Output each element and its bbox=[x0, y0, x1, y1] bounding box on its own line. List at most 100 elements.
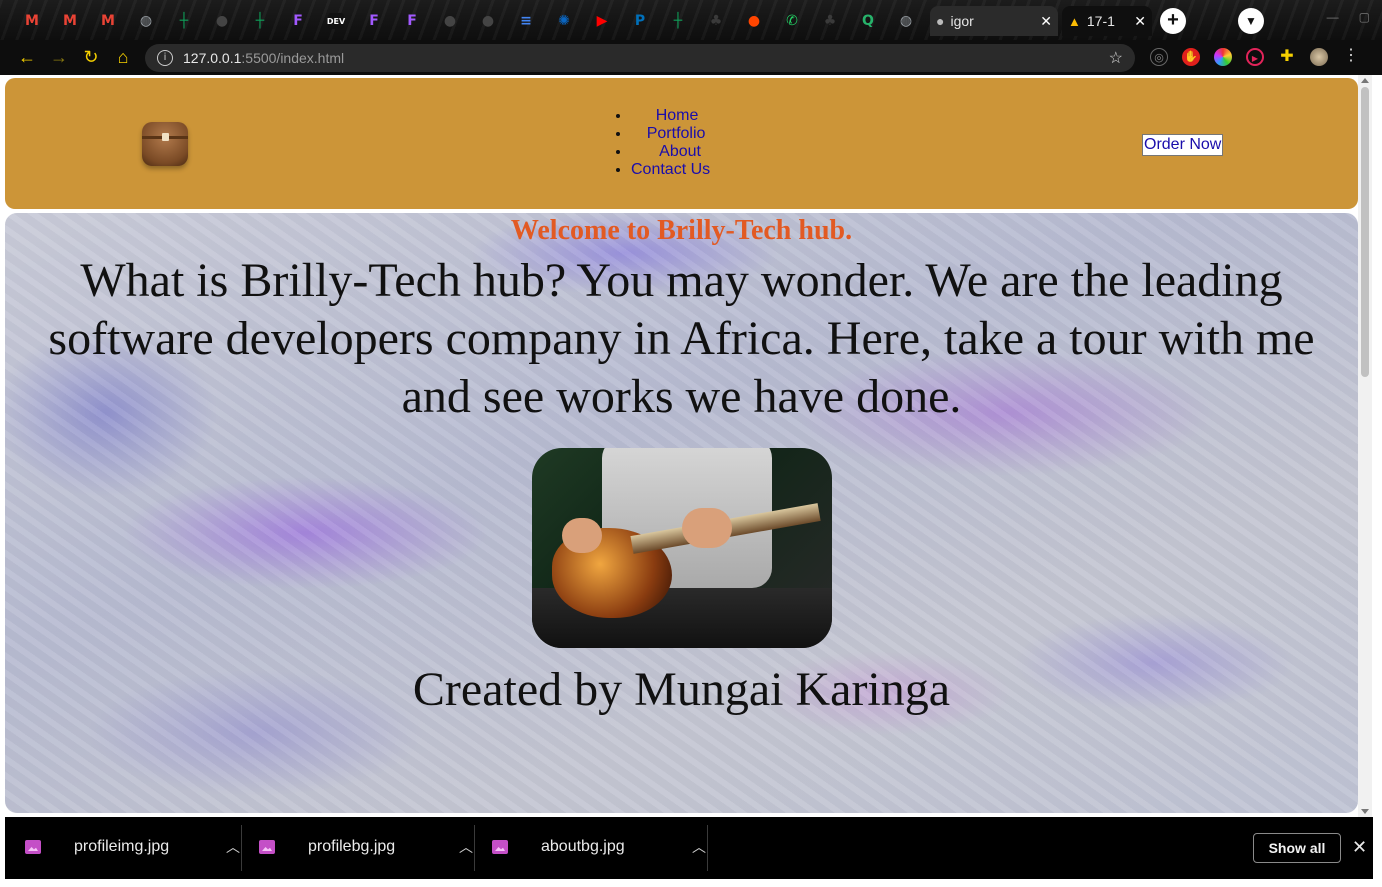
tab-drive[interactable]: ▲ 17-1 ✕ bbox=[1062, 6, 1152, 36]
pinned-tab[interactable]: ≡ bbox=[510, 6, 542, 36]
pinned-tab[interactable]: M bbox=[54, 6, 86, 36]
pinned-tab[interactable]: Q bbox=[852, 6, 884, 36]
github-icon: ● bbox=[443, 13, 457, 29]
credit-text: Created by Mungai Karinga bbox=[412, 663, 951, 716]
nav-link-about[interactable]: About bbox=[659, 143, 701, 160]
pinned-tab[interactable]: DEV bbox=[320, 6, 352, 36]
youtube-icon: ▶ bbox=[596, 13, 608, 29]
page-scrollbar[interactable] bbox=[1358, 75, 1372, 817]
pinned-tab[interactable]: F bbox=[396, 6, 428, 36]
hero-section: Welcome to Brilly-Tech hub. What is Bril… bbox=[5, 213, 1358, 813]
pinned-tab[interactable]: P bbox=[624, 6, 656, 36]
address-bar[interactable]: i 127.0.0.1:5500/index.html ☆ bbox=[145, 44, 1135, 72]
scroll-up-icon[interactable] bbox=[1361, 78, 1369, 83]
pinned-tab[interactable]: ┼ bbox=[244, 6, 276, 36]
download-shelf-bar: profileimg.jpg ︿ profilebg.jpg ︿ aboutbg… bbox=[5, 817, 1373, 879]
github-icon: ● bbox=[481, 13, 495, 29]
pinned-tab[interactable]: ● bbox=[434, 6, 466, 36]
reload-icon[interactable]: ↻ bbox=[81, 47, 101, 67]
download-filename: aboutbg.jpg bbox=[541, 838, 625, 855]
download-item[interactable]: aboutbg.jpg ︿ bbox=[492, 825, 706, 869]
sheets-icon: ┼ bbox=[255, 13, 265, 29]
reddit-icon: ● bbox=[747, 13, 761, 29]
nav-item-about: About bbox=[631, 143, 710, 161]
download-item[interactable]: profileimg.jpg ︿ bbox=[25, 825, 240, 869]
pinned-tab[interactable]: ● bbox=[738, 6, 770, 36]
extension-color-icon[interactable] bbox=[1214, 48, 1232, 66]
paypal-icon: P bbox=[634, 13, 646, 29]
pinned-tab[interactable]: M bbox=[92, 6, 124, 36]
image-file-icon bbox=[259, 840, 275, 854]
download-filename: profilebg.jpg bbox=[308, 838, 396, 855]
guitar-photo bbox=[531, 448, 832, 648]
download-filename: profileimg.jpg bbox=[74, 838, 170, 855]
pinned-tab[interactable]: F bbox=[358, 6, 390, 36]
globe-icon: ◍ bbox=[899, 13, 913, 29]
docs-icon: ≡ bbox=[520, 13, 532, 29]
figma-icon: F bbox=[293, 13, 303, 29]
tab-igor[interactable]: ● igor ✕ bbox=[930, 6, 1058, 36]
browser-menu-icon[interactable]: ⋮ bbox=[1343, 47, 1359, 65]
bookmark-star-icon[interactable]: ☆ bbox=[1109, 48, 1123, 68]
home-icon[interactable]: ⌂ bbox=[113, 47, 133, 67]
nav-link-home[interactable]: Home bbox=[656, 107, 699, 124]
extension-sync-icon[interactable]: ◎ bbox=[1150, 48, 1168, 66]
pinned-tab[interactable]: ┼ bbox=[662, 6, 694, 36]
nav-item-portfolio: Portfolio bbox=[631, 125, 710, 143]
tab-title: igor bbox=[950, 13, 974, 29]
pinned-tab[interactable]: ◍ bbox=[890, 6, 922, 36]
sheets-icon: ┼ bbox=[673, 13, 683, 29]
pinned-tab[interactable]: ● bbox=[472, 6, 504, 36]
minimize-icon[interactable]: — bbox=[1327, 10, 1339, 24]
site-info-icon[interactable]: i bbox=[157, 50, 173, 66]
close-icon[interactable]: ✕ bbox=[1352, 837, 1367, 857]
extension-record-icon[interactable]: ▶ bbox=[1246, 48, 1264, 66]
tab-search-button[interactable]: ▼ bbox=[1238, 8, 1264, 34]
close-icon[interactable]: ✕ bbox=[1134, 13, 1146, 30]
window-controls: — ▢ bbox=[1327, 10, 1370, 24]
close-icon[interactable]: ✕ bbox=[1040, 13, 1052, 30]
dev-icon: DEV bbox=[327, 13, 345, 29]
url-host: 127.0.0.1 bbox=[183, 50, 242, 66]
extensions-puzzle-icon[interactable]: ✚ bbox=[1278, 48, 1296, 66]
pinned-tab[interactable]: F bbox=[282, 6, 314, 36]
extension-shield-icon[interactable]: ✋ bbox=[1182, 48, 1200, 66]
pinned-tab[interactable]: ✆ bbox=[776, 6, 808, 36]
pinned-tab[interactable]: ┼ bbox=[168, 6, 200, 36]
page-viewport: Home Portfolio About Contact Us Order No… bbox=[0, 75, 1372, 817]
pinned-tab[interactable]: ▶ bbox=[586, 6, 618, 36]
pinned-tab[interactable]: ♣ bbox=[700, 6, 732, 36]
pinned-tab[interactable]: ◍ bbox=[130, 6, 162, 36]
pinned-tab[interactable]: ✺ bbox=[548, 6, 580, 36]
welcome-heading: Welcome to Brilly-Tech hub. bbox=[510, 215, 853, 246]
chevron-up-icon[interactable]: ︿ bbox=[226, 837, 240, 857]
forward-arrow-icon[interactable]: → bbox=[49, 47, 69, 67]
maximize-icon[interactable]: ▢ bbox=[1359, 10, 1370, 24]
chevron-up-icon[interactable]: ︿ bbox=[692, 837, 706, 857]
main-nav: Home Portfolio About Contact Us bbox=[631, 107, 710, 179]
profile-avatar[interactable] bbox=[1310, 48, 1328, 66]
q-icon: Q bbox=[862, 13, 874, 29]
sheets-icon: ┼ bbox=[179, 13, 189, 29]
download-item[interactable]: profilebg.jpg ︿ bbox=[259, 825, 473, 869]
drive-icon: ▲ bbox=[1068, 13, 1081, 29]
pinned-tab[interactable]: M bbox=[16, 6, 48, 36]
show-all-button[interactable]: Show all bbox=[1253, 833, 1341, 863]
whatsapp-icon: ✆ bbox=[786, 13, 798, 29]
gmail-icon: M bbox=[63, 13, 77, 29]
pinned-tab[interactable]: ♣ bbox=[814, 6, 846, 36]
pinned-tab[interactable]: ● bbox=[206, 6, 238, 36]
scroll-down-icon[interactable] bbox=[1361, 809, 1369, 814]
back-arrow-icon[interactable]: ← bbox=[17, 47, 37, 67]
github-icon: ● bbox=[215, 13, 229, 29]
new-tab-button[interactable]: + bbox=[1160, 8, 1186, 34]
nav-item-contact: Contact Us bbox=[631, 161, 710, 179]
nav-link-portfolio[interactable]: Portfolio bbox=[647, 125, 706, 142]
gmail-icon: M bbox=[101, 13, 115, 29]
scrollbar-thumb[interactable] bbox=[1361, 87, 1369, 377]
order-now-button[interactable]: Order Now bbox=[1142, 134, 1224, 156]
chevron-up-icon[interactable]: ︿ bbox=[459, 837, 473, 857]
nav-link-contact-us[interactable]: Contact Us bbox=[631, 161, 710, 178]
tree-icon: ♣ bbox=[709, 13, 723, 29]
image-file-icon bbox=[25, 840, 41, 854]
